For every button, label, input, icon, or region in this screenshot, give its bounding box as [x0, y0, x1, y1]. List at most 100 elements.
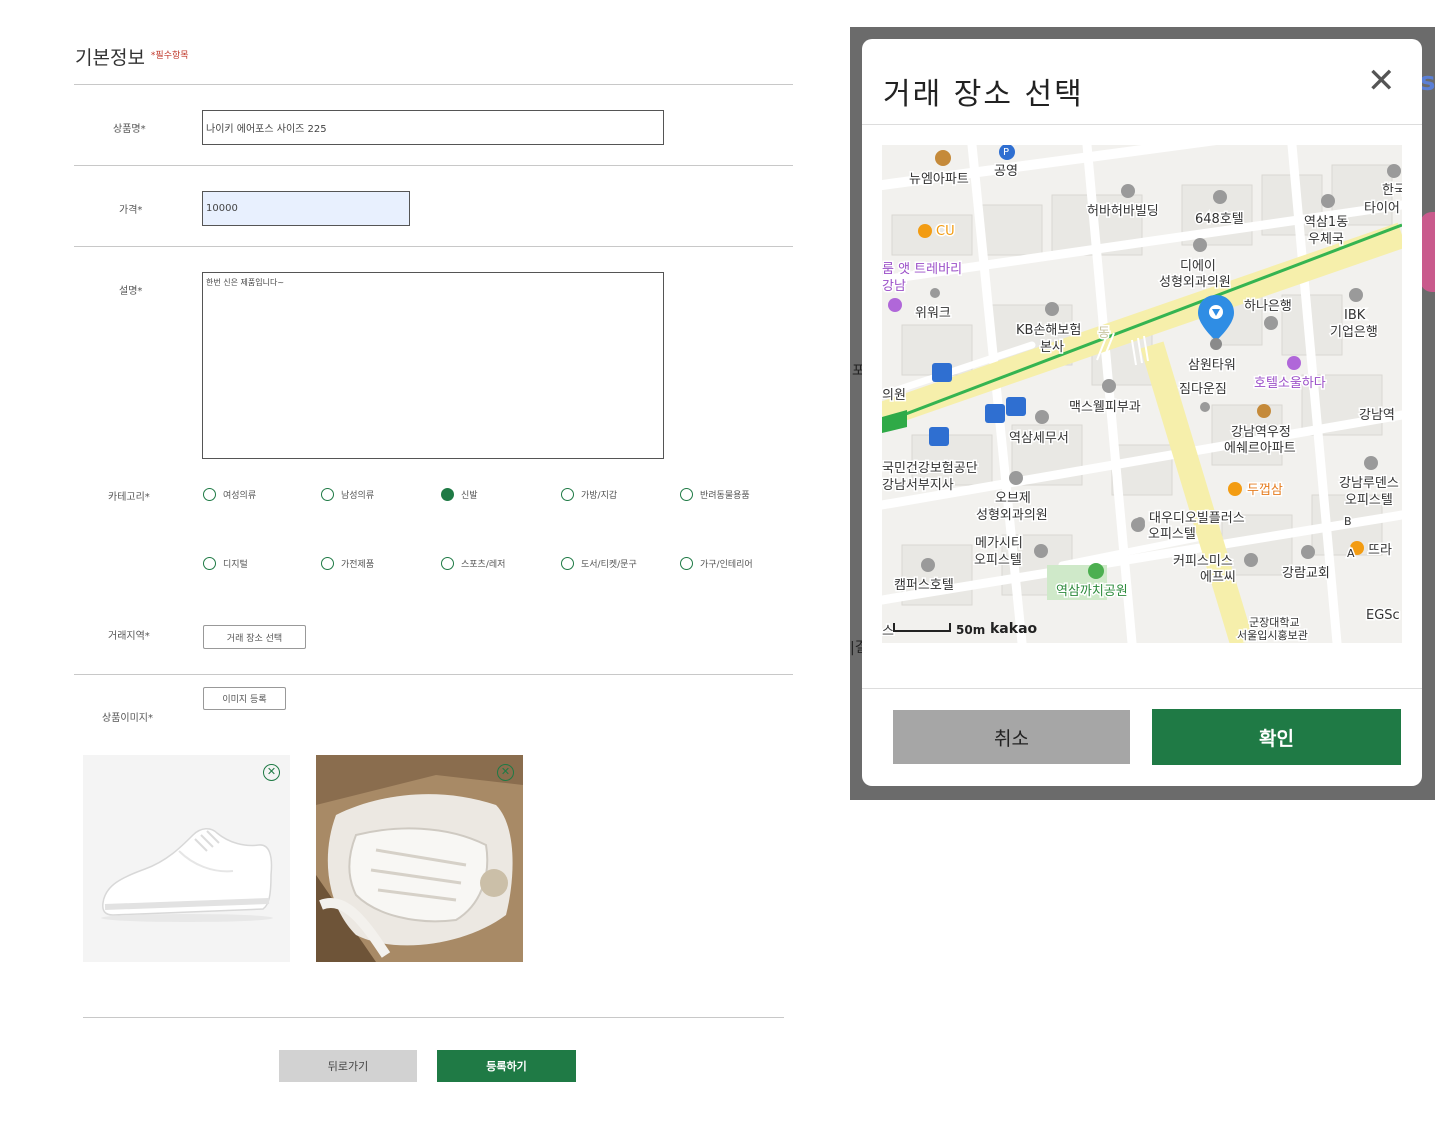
svg-text:성형외과의원: 성형외과의원 — [976, 508, 1048, 523]
svg-text:두껍삼: 두껍삼 — [1247, 483, 1283, 498]
svg-text:성형외과의원: 성형외과의원 — [1159, 275, 1231, 290]
svg-text:오피스텔: 오피스텔 — [974, 553, 1022, 568]
category-radio-appliances[interactable]: 가전제품 — [321, 557, 374, 570]
svg-text:강남서부지사: 강남서부지사 — [882, 478, 954, 493]
category-radio-books[interactable]: 도서/티켓/문구 — [561, 557, 637, 570]
map-canvas: 뉴엠아파트 공영 CU 허바허바빌딩 648호텔 역삼1동 우체국 한국 타이어… — [882, 145, 1402, 643]
category-radio-sports[interactable]: 스포츠/레저 — [441, 557, 505, 570]
confirm-button[interactable]: 확인 — [1152, 709, 1401, 765]
svg-text:강남: 강남 — [882, 279, 906, 294]
sneaker-box-image — [316, 755, 523, 962]
product-name-input[interactable]: 나이키 에어포스 사이즈 225 — [202, 110, 664, 145]
radio-circle — [321, 557, 334, 570]
radio-circle-checked — [441, 488, 454, 501]
category-radio-digital[interactable]: 디지털 — [203, 557, 248, 570]
svg-text:국민건강보험공단: 국민건강보험공단 — [882, 461, 978, 476]
divider — [74, 84, 793, 85]
location-select-modal: 거래 장소 선택 ✕ 뉴엠아파트 공영 CU 허바허바빌딩 648호텔 역삼1동… — [862, 39, 1422, 786]
sneaker-image — [101, 828, 273, 922]
price-input[interactable]: 10000 — [202, 191, 410, 226]
divider — [862, 124, 1422, 125]
category-label: 카테고리* — [108, 492, 150, 503]
svg-text:대우디오빌플러스: 대우디오빌플러스 — [1149, 511, 1245, 526]
modal-title: 거래 장소 선택 — [883, 77, 1084, 112]
radio-circle — [321, 488, 334, 501]
close-icon[interactable]: ✕ — [1367, 64, 1396, 98]
product-image-thumbnail: ✕ — [316, 755, 523, 962]
svg-text:삼원타워: 삼원타워 — [1188, 358, 1236, 373]
svg-text:에프씨: 에프씨 — [1200, 570, 1236, 585]
map-scale-text: 50m — [956, 623, 985, 637]
remove-image-button[interactable]: ✕ — [497, 764, 514, 781]
svg-text:동: 동 — [1098, 326, 1110, 341]
svg-text:디에이: 디에이 — [1180, 259, 1216, 274]
svg-text:메가시티: 메가시티 — [975, 536, 1023, 551]
radio-circle — [441, 557, 454, 570]
svg-text:CU: CU — [936, 224, 955, 239]
product-image-thumbnail: ✕ — [83, 755, 290, 962]
category-radio-shoes[interactable]: 신발 — [441, 488, 478, 501]
svg-text:역삼까치공원: 역삼까치공원 — [1056, 584, 1128, 599]
category-radio-pet[interactable]: 반려동물용품 — [680, 488, 750, 501]
remove-image-button[interactable]: ✕ — [263, 764, 280, 781]
product-name-label: 상품명* — [113, 124, 146, 135]
svg-text:P: P — [1003, 147, 1009, 158]
svg-text:위워크: 위워크 — [915, 306, 951, 321]
category-radio-mens[interactable]: 남성의류 — [321, 488, 374, 501]
image-label: 상품이미지* — [102, 713, 153, 724]
svg-text:캠퍼스호텔: 캠퍼스호텔 — [894, 578, 954, 593]
svg-text:맥스웰피부과: 맥스웰피부과 — [1069, 400, 1141, 415]
svg-text:강남루덴스: 강남루덴스 — [1339, 476, 1399, 491]
select-location-button[interactable]: 거래 장소 선택 — [203, 625, 306, 649]
map-provider-logo: kakao — [990, 621, 1038, 637]
cancel-button[interactable]: 취소 — [893, 710, 1130, 764]
svg-text:KB손해보험: KB손해보험 — [1016, 323, 1081, 338]
svg-text:커피스미스: 커피스미스 — [1173, 554, 1233, 569]
radio-circle — [680, 488, 693, 501]
radio-circle — [561, 557, 574, 570]
background-image-peek — [1420, 212, 1435, 292]
svg-text:군장대학교: 군장대학교 — [1249, 616, 1300, 629]
radio-circle — [561, 488, 574, 501]
svg-text:한국: 한국 — [1382, 183, 1402, 198]
upload-image-button[interactable]: 이미지 등록 — [203, 687, 286, 710]
product-register-form: 기본정보 *필수항목 상품명* 나이키 에어포스 사이즈 225 가격* 1000… — [0, 0, 845, 1125]
radio-circle — [203, 557, 216, 570]
svg-text:기업은행: 기업은행 — [1330, 324, 1378, 340]
svg-text:뜨라: 뜨라 — [1368, 543, 1392, 558]
svg-text:역삼세무서: 역삼세무서 — [1009, 431, 1069, 446]
svg-text:역삼1동: 역삼1동 — [1304, 215, 1348, 230]
svg-text:오피스텔: 오피스텔 — [1345, 493, 1393, 508]
svg-text:에쉐르아파트: 에쉐르아파트 — [1224, 441, 1296, 456]
category-radio-bags[interactable]: 가방/지갑 — [561, 488, 617, 501]
svg-text:IBK: IBK — [1344, 308, 1366, 323]
svg-text:룸 앳 트레바리: 룸 앳 트레바리 — [882, 262, 962, 277]
svg-text:뉴엠아파트: 뉴엠아파트 — [909, 172, 969, 187]
submit-button[interactable]: 등록하기 — [437, 1050, 576, 1082]
svg-text:서울입시홍보관: 서울입시홍보관 — [1237, 628, 1308, 642]
category-radio-furniture[interactable]: 가구/인테리어 — [680, 557, 753, 570]
svg-text:오브제: 오브제 — [995, 491, 1031, 506]
svg-text:의원: 의원 — [882, 388, 906, 403]
region-label: 거래지역* — [108, 631, 150, 642]
svg-text:강람교회: 강람교회 — [1282, 566, 1330, 581]
svg-text:타이어: 타이어 — [1364, 201, 1400, 216]
svg-text:A: A — [1347, 547, 1355, 560]
map-view[interactable]: 뉴엠아파트 공영 CU 허바허바빌딩 648호텔 역삼1동 우체국 한국 타이어… — [882, 145, 1402, 643]
svg-text:B: B — [1344, 515, 1352, 528]
svg-text:하나은행: 하나은행 — [1244, 298, 1292, 314]
svg-text:허바허바빌딩: 허바허바빌딩 — [1087, 204, 1159, 219]
divider — [74, 246, 793, 247]
description-label: 설명* — [119, 286, 143, 297]
description-textarea[interactable]: 한번 신은 제품입니다~ — [202, 272, 664, 459]
background-page-peek: s — [1420, 67, 1435, 97]
modal-overlay[interactable]: s 포 |결 거래 장소 선택 ✕ 뉴엠아파트 공영 CU 허바허바빌딩 648… — [850, 27, 1435, 800]
svg-text:강남역: 강남역 — [1359, 408, 1395, 423]
svg-text:공영: 공영 — [994, 164, 1018, 179]
back-button[interactable]: 뒤로가기 — [279, 1050, 417, 1082]
price-label: 가격* — [119, 205, 143, 216]
category-radio-womens[interactable]: 여성의류 — [203, 488, 256, 501]
required-note: *필수항목 — [150, 51, 189, 61]
svg-text:EGSc: EGSc — [1366, 608, 1400, 623]
svg-text:648호텔: 648호텔 — [1195, 212, 1244, 227]
